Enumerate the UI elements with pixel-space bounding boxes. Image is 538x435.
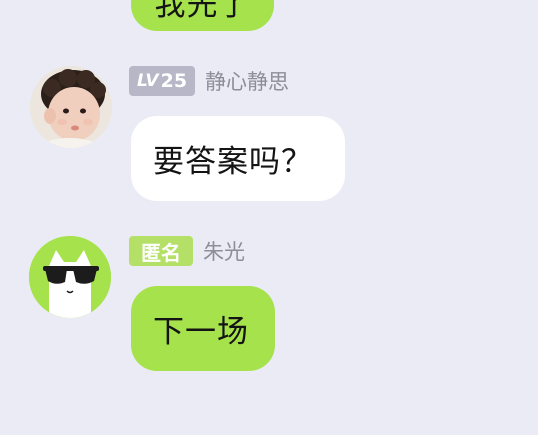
sunglasses-cat-avatar-icon: [29, 236, 111, 318]
message-bubble[interactable]: 要答案吗？: [131, 116, 345, 201]
level-badge: LV 25: [129, 66, 195, 96]
message-bubble[interactable]: 下一场: [131, 286, 275, 371]
user-avatar-cat[interactable]: [29, 236, 111, 318]
username[interactable]: 朱光: [203, 236, 245, 266]
message-text: 我先了: [154, 0, 251, 23]
message-meta: LV 25 静心静思: [129, 66, 289, 96]
user-avatar-baby[interactable]: [30, 66, 112, 148]
message-meta: 匿名 朱光: [129, 236, 245, 266]
baby-photo-avatar-icon: [30, 66, 112, 148]
username[interactable]: 静心静思: [205, 66, 289, 96]
anonymous-badge: 匿名: [129, 236, 193, 266]
message-bubble-top[interactable]: 我先了: [131, 0, 274, 31]
message-text: 要答案吗？: [153, 144, 313, 180]
message-text: 下一场: [153, 314, 249, 350]
